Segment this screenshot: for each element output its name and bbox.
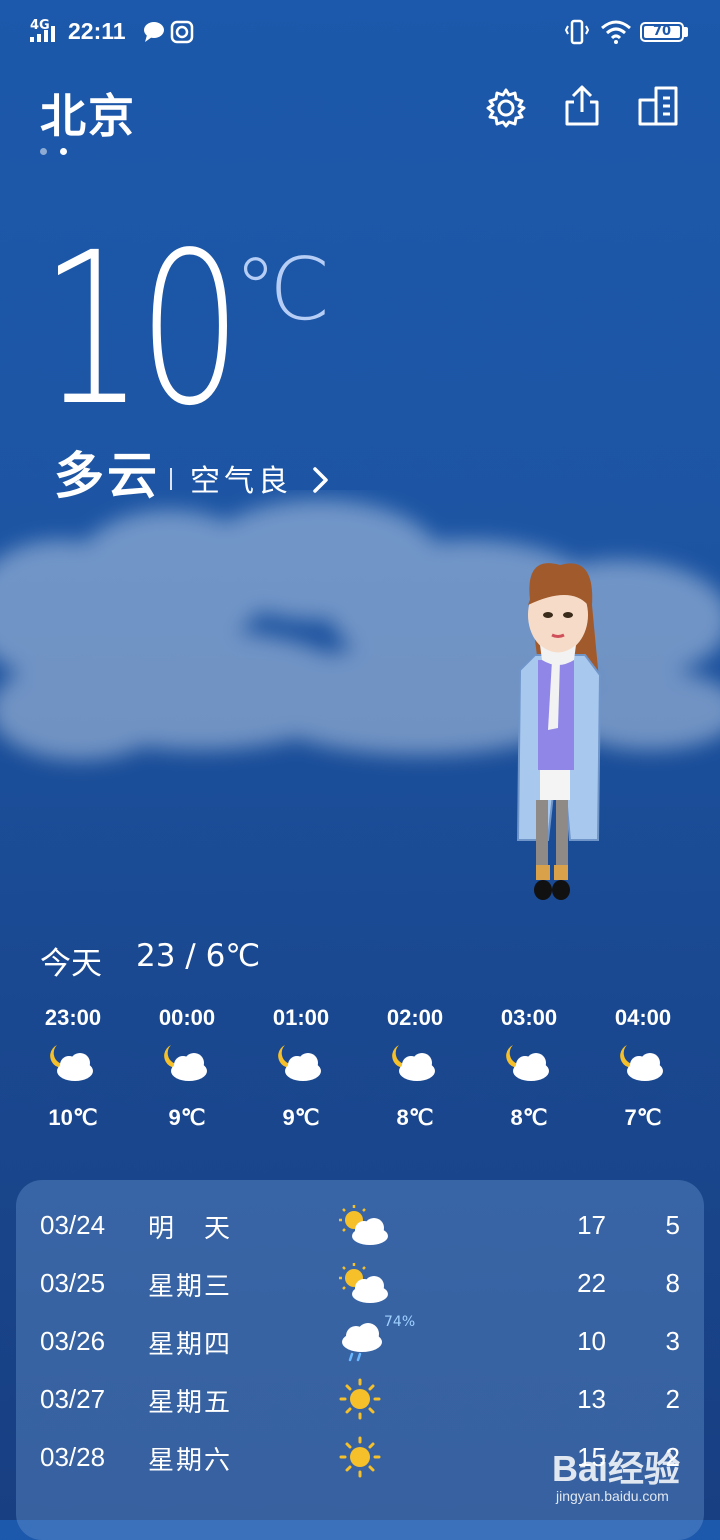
hour-time: 01:00 [272, 1005, 330, 1030]
status-bar: 4G 22:11 70 [0, 0, 720, 64]
daily-row[interactable]: 03/25 星期三 22 8 [16, 1254, 704, 1312]
page-dot-active [60, 148, 67, 155]
forecast-high: 10 [577, 1326, 606, 1356]
forecast-low: 5 [665, 1210, 680, 1240]
forecast-icon [334, 1434, 394, 1480]
hourly-item[interactable]: 23:00 10℃ [16, 1005, 130, 1131]
battery-level: 70 [652, 24, 672, 39]
forecast-day: 星期四 [148, 1330, 233, 1360]
page-dot [40, 148, 47, 155]
forecast-day: 星期三 [148, 1272, 233, 1302]
hour-temperature: 7℃ [624, 1105, 662, 1130]
precipitation-chance: 74% [384, 1314, 416, 1330]
hour-time: 02:00 [386, 1005, 444, 1030]
hour-temperature: 10℃ [48, 1105, 98, 1130]
hour-time: 04:00 [614, 1005, 672, 1030]
hour-icon [358, 1041, 472, 1093]
forecast-day: 星期五 [148, 1388, 233, 1418]
forecast-date: 03/24 [40, 1210, 106, 1240]
signal-icon [30, 26, 55, 42]
watermark-url: jingyan.baidu.com [556, 1488, 669, 1504]
forecast-icon [334, 1260, 394, 1306]
forecast-high: 13 [577, 1384, 606, 1414]
forecast-icon [334, 1202, 394, 1248]
forecast-low: 8 [665, 1268, 680, 1298]
city-name[interactable]: 北京 [40, 80, 136, 146]
night-cloudy-icon [506, 1045, 549, 1081]
forecast-high: 22 [577, 1268, 606, 1298]
share-button[interactable] [560, 84, 604, 128]
hour-time: 23:00 [44, 1005, 102, 1030]
night-cloudy-icon [392, 1045, 435, 1081]
city-manage-button[interactable] [636, 84, 680, 128]
hourly-item[interactable]: 03:00 8℃ [472, 1005, 586, 1131]
forecast-low: 2 [665, 1384, 680, 1414]
hour-icon [130, 1041, 244, 1093]
hour-time: 00:00 [158, 1005, 216, 1030]
sync-app-icon [170, 20, 194, 44]
watermark-brand: Bai经验 [552, 1448, 681, 1489]
battery-indicator: 70 [640, 22, 684, 42]
vibrate-icon [564, 19, 590, 45]
current-temperature: 10 [40, 207, 242, 452]
hour-icon [244, 1041, 358, 1093]
night-cloudy-icon [278, 1045, 321, 1081]
forecast-date: 03/25 [40, 1268, 106, 1298]
hour-temperature: 8℃ [396, 1105, 434, 1130]
today-temperature-range: 23 / 6℃ [136, 938, 261, 974]
hourly-item[interactable]: 00:00 9℃ [130, 1005, 244, 1131]
night-cloudy-icon [620, 1045, 663, 1081]
forecast-day: 星期六 [148, 1446, 233, 1476]
sunny-icon [339, 1378, 381, 1420]
forecast-date: 03/28 [40, 1442, 106, 1472]
status-time: 22:11 [68, 18, 126, 44]
gear-icon [486, 88, 526, 128]
daily-row[interactable]: 03/26 星期四 74% 10 3 [16, 1312, 704, 1370]
partly-cloudy-icon [339, 1263, 388, 1303]
divider [170, 468, 172, 490]
hourly-item[interactable]: 02:00 8℃ [358, 1005, 472, 1131]
hour-time: 03:00 [500, 1005, 558, 1030]
hour-temperature: 8℃ [510, 1105, 548, 1130]
character-illustration [516, 563, 602, 900]
temperature-unit: ℃ [234, 240, 331, 340]
forecast-date: 03/26 [40, 1326, 106, 1356]
message-icon [144, 22, 164, 42]
hour-icon [586, 1041, 700, 1093]
forecast-icon [334, 1376, 394, 1422]
hourly-item[interactable]: 01:00 9℃ [244, 1005, 358, 1131]
forecast-day: 明 天 [148, 1214, 233, 1244]
hour-temperature: 9℃ [282, 1105, 320, 1130]
hour-icon [472, 1041, 586, 1093]
daily-row[interactable]: 03/27 星期五 13 2 [16, 1370, 704, 1428]
today-label: 今天 [40, 946, 102, 982]
forecast-low: 3 [665, 1326, 680, 1356]
night-cloudy-icon [164, 1045, 207, 1081]
hour-temperature: 9℃ [168, 1105, 206, 1130]
hour-icon [16, 1041, 130, 1093]
battery-nub [684, 27, 688, 37]
settings-button[interactable] [484, 86, 528, 130]
partly-cloudy-icon [339, 1205, 388, 1245]
share-icon [565, 85, 599, 126]
forecast-high: 17 [577, 1210, 606, 1240]
hourly-item[interactable]: 04:00 7℃ [586, 1005, 700, 1131]
wifi-icon [601, 20, 631, 44]
forecast-date: 03/27 [40, 1384, 106, 1414]
night-cloudy-icon [50, 1045, 93, 1081]
buildings-icon [638, 86, 678, 126]
daily-row[interactable]: 03/24 明 天 17 5 [16, 1196, 704, 1254]
sunny-icon [339, 1436, 381, 1478]
